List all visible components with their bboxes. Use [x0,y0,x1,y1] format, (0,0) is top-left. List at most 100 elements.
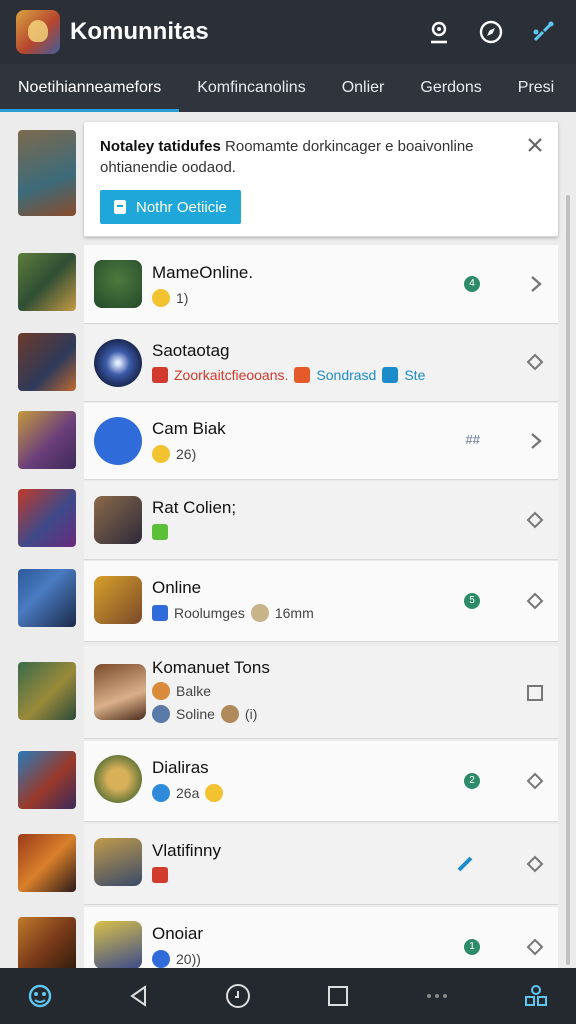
app-icon [152,605,168,621]
scrollbar[interactable] [566,195,570,965]
diamond-icon[interactable] [526,511,544,534]
game-thumbnail [18,834,76,892]
close-icon[interactable] [526,136,544,159]
tool-icon [382,367,399,383]
emoji-icon [152,289,170,307]
tools-icon[interactable] [528,17,558,47]
notice-row: Notaley tatidufes Roomamte dorkincager e… [0,122,576,238]
notice-button-label: Nothr Oetiicie [136,198,227,216]
game-thumbnail [18,489,76,547]
item-sub: 20)) [176,951,201,967]
list-item[interactable]: Vlatifinny [0,824,576,905]
more-icon[interactable] [417,976,457,1016]
avatar [94,339,142,387]
community-list: Notaley tatidufes Roomamte dorkincager e… [0,112,576,968]
app-logo [16,10,60,54]
avatar [94,417,142,465]
item-sub2: 16mm [274,605,314,621]
bottom-nav [0,968,576,1024]
game-thumbnail [18,333,76,391]
item-sub3: (i) [244,706,258,722]
game-controller-icon[interactable] [20,976,60,1016]
avatar-mini-icon [250,604,269,622]
game-thumbnail [18,411,76,469]
emoji-icon [152,682,170,700]
avatar [94,496,142,544]
count-badge: 5 [464,593,480,609]
list-item[interactable]: Dialiras 26a 2 [0,741,576,822]
item-sub2: Soline [176,706,215,722]
triangle-icon [294,367,311,383]
compass-icon[interactable] [476,17,506,47]
diamond-icon[interactable] [526,353,544,376]
file-icon [114,200,126,214]
avatar [94,838,142,886]
diamond-icon[interactable] [526,855,544,878]
list-item[interactable]: Saotaotag Zoorkaitcfieooans. Sondrasd St… [0,325,576,402]
chevron-right-icon[interactable] [528,431,544,456]
hash-badge: ## [465,432,480,447]
game-thumbnail [18,917,76,968]
emoji-icon [152,950,170,968]
tab-3[interactable]: Gerdons [402,64,499,112]
back-icon[interactable] [119,976,159,1016]
item-name: Rat Colien; [152,498,237,517]
hero-thumbnail [18,130,76,216]
item-sub: Balke [176,683,212,699]
item-name: Dialiras [152,758,209,777]
emoji-icon [152,784,170,802]
count-badge: 2 [464,773,480,789]
diamond-icon[interactable] [526,772,544,795]
item-sub-red: Zoorkaitcfieooans. [174,367,289,383]
list-item[interactable]: MameOnline. 1) 4 [0,245,576,324]
item-name: Online [152,578,202,597]
avatar [94,664,146,720]
app-bar: Komunnitas [0,0,576,64]
chevron-right-icon[interactable] [528,274,544,299]
flag-icon [152,867,168,883]
diamond-icon[interactable] [526,592,544,615]
item-sub: 26a [176,785,200,801]
item-name: Onoiar [152,924,204,943]
checkbox-icon[interactable] [526,684,544,707]
profile-icon[interactable] [424,17,454,47]
home-icon[interactable] [218,976,258,1016]
tab-2[interactable]: Onlier [324,64,403,112]
tab-1[interactable]: Komfincanolins [179,64,324,112]
diamond-icon[interactable] [526,938,544,961]
item-name: Cam Biak [152,419,226,438]
avatar [94,755,142,803]
notice-title: Notaley tatidufes [100,138,221,155]
item-name: Komanuet Tons [152,658,270,677]
list-item[interactable]: Komanuet Tons Balke Soline (i) [0,646,576,739]
community-icon[interactable] [516,976,556,1016]
item-name: Saotaotag [152,341,230,360]
avatar [94,260,142,308]
game-thumbnail [18,569,76,627]
list-item[interactable]: Onoiar 20)) 1 [0,907,576,968]
app-title: Komunnitas [70,18,209,45]
recent-apps-icon[interactable] [318,976,358,1016]
item-sub-blue: Sondrasd [316,367,377,383]
game-thumbnail [18,253,76,311]
notice-button[interactable]: Nothr Oetiicie [100,190,241,224]
item-sub: 1) [176,290,189,306]
count-badge: 1 [464,939,480,955]
emoji-icon [152,445,170,463]
avatar [94,921,142,968]
game-thumbnail [18,751,76,809]
avatar [94,576,142,624]
list-item[interactable]: Cam Biak 26) ## [0,403,576,480]
list-item[interactable]: Online Roolumges 16mm 5 [0,561,576,642]
list-item[interactable]: Rat Colien; [0,481,576,560]
item-sub: 26) [176,446,197,462]
globe-icon [152,705,170,723]
tab-4[interactable]: Presi [500,64,572,112]
tab-0[interactable]: Noetihianneamefors [0,64,180,112]
game-thumbnail [18,662,76,720]
item-name: MameOnline. [152,263,254,282]
count-badge: 4 [464,276,480,292]
status-icon [152,524,168,540]
item-sub: Roolumges [174,605,245,621]
tab-bar: Noetihianneamefors Komfincanolins Onlier… [0,64,576,112]
